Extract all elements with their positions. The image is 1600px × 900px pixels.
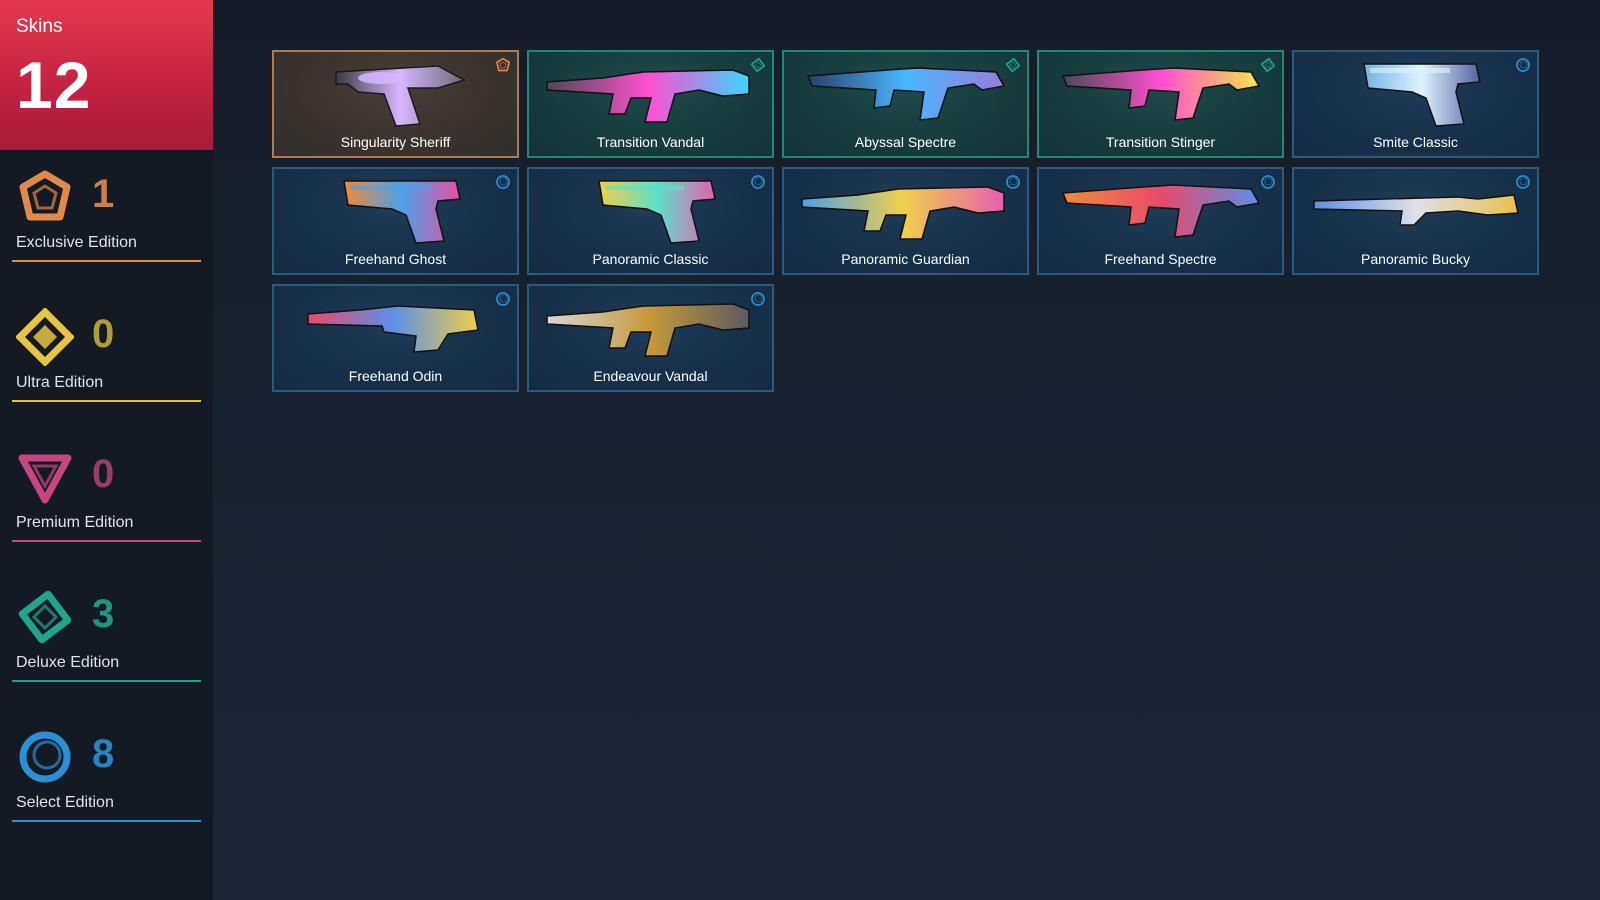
shotgun-icon [1313,194,1519,226]
smg-icon [1061,184,1261,238]
skin-card[interactable]: Freehand Ghost [272,167,519,275]
skin-card[interactable]: Abyssal Spectre [782,50,1029,158]
skin-card[interactable]: Freehand Odin [272,284,519,392]
tier-count: 1 [92,172,115,216]
skin-name: Singularity Sheriff [340,134,451,150]
ultra-edition-icon [16,308,74,366]
skin-name: Panoramic Bucky [1361,251,1470,267]
select-edition-icon [1516,175,1530,189]
skins-total-count: 12 [16,48,92,122]
select-edition-icon [19,731,71,783]
skin-name: Freehand Spectre [1104,251,1217,267]
skins-total-panel: Skins 12 [0,0,213,150]
pistol-icon [1363,63,1481,127]
skin-card[interactable]: Singularity Sheriff [272,50,519,158]
rifle-icon [546,69,750,123]
tier-count: 0 [92,312,115,356]
premium-edition-icon [18,454,72,504]
select-edition-icon [1261,175,1275,189]
revolver-icon [335,65,466,127]
deluxe-edition-icon [18,590,72,644]
pistol-icon [343,180,461,244]
pistol-icon [598,180,716,244]
tier-label: Premium Edition [16,514,134,531]
skin-name: Smite Classic [1373,134,1458,150]
skin-name: Transition Vandal [596,134,705,150]
skin-card[interactable]: Endeavour Vandal [527,284,774,392]
rifle-icon [546,303,750,357]
smg-icon [806,67,1006,121]
tier-count: 0 [92,452,115,496]
skin-name: Endeavour Vandal [593,368,708,384]
tier-premium[interactable]: 0 Premium Edition [12,430,201,542]
select-edition-icon [496,292,510,306]
deluxe-edition-icon [750,57,766,73]
select-edition-icon [751,292,765,306]
skin-card[interactable]: Freehand Spectre [1037,167,1284,275]
skin-name: Panoramic Classic [592,251,709,267]
select-edition-icon [751,175,765,189]
tier-label: Deluxe Edition [16,654,120,671]
deluxe-edition-icon [1005,57,1021,73]
skin-card[interactable]: Panoramic Guardian [782,167,1029,275]
skin-name: Panoramic Guardian [841,251,970,267]
deluxe-edition-icon [1260,57,1276,73]
rifle-icon [801,186,1005,240]
tier-label: Select Edition [16,794,114,811]
skin-card[interactable]: Transition Stinger [1037,50,1284,158]
select-edition-icon [1006,175,1020,189]
skins-label: Skins [16,16,63,37]
tier-ultra[interactable]: 0 Ultra Edition [12,290,201,402]
tier-select[interactable]: 8 Select Edition [12,710,201,822]
skin-card[interactable]: Panoramic Classic [527,167,774,275]
skin-card[interactable]: Panoramic Bucky [1292,167,1539,275]
sidebar: Skins 12 1 Exclusive Edition 0 Ultra Editio… [0,0,213,900]
skin-card[interactable]: Transition Vandal [527,50,774,158]
tier-count: 3 [92,592,115,636]
tier-label: Ultra Edition [16,374,104,391]
skin-card[interactable]: Smite Classic [1292,50,1539,158]
skin-name: Freehand Ghost [344,251,447,267]
exclusive-edition-icon [496,57,510,72]
smg-icon [1061,67,1261,121]
tier-deluxe[interactable]: 3 Deluxe Edition [12,570,201,682]
tier-count: 8 [92,732,115,776]
skin-name: Transition Stinger [1105,134,1216,150]
skin-name: Abyssal Spectre [854,134,957,150]
exclusive-edition-icon [19,170,71,221]
select-edition-icon [496,175,510,189]
select-edition-icon [1516,58,1530,72]
tier-exclusive[interactable]: 1 Exclusive Edition [12,150,201,262]
tier-label: Exclusive Edition [16,234,137,251]
skin-name: Freehand Odin [348,368,443,384]
machine-gun-icon [307,305,479,353]
